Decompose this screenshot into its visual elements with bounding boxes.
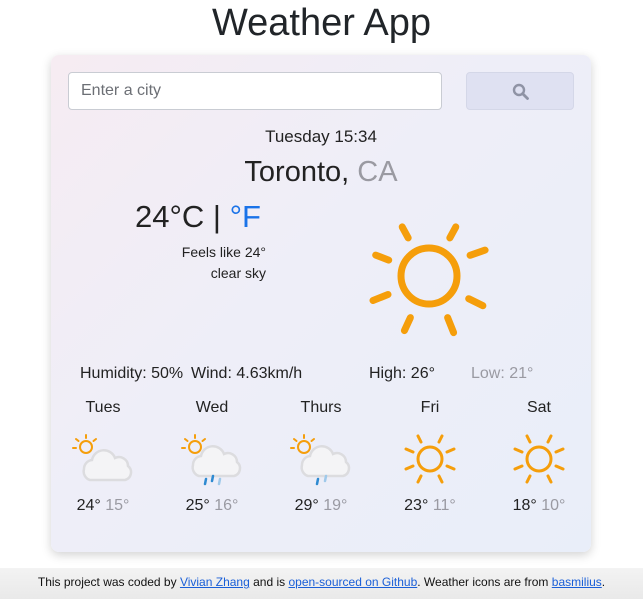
forecast-day: Wed 25° 16° <box>167 399 257 515</box>
app-title: Weather App <box>211 2 431 44</box>
partly-cloudy-rain-icon <box>181 434 242 486</box>
forecast-day: Fri 23° 11° <box>385 399 475 515</box>
forecast-temps: 24° 15° <box>58 497 148 515</box>
city-search-input[interactable] <box>68 72 442 110</box>
forecast-temps: 18° 10° <box>494 497 584 515</box>
current-temperature-row: 24°C | °F <box>135 199 261 235</box>
search-button[interactable] <box>466 72 574 110</box>
current-temperature: 24 <box>135 199 170 234</box>
icons-credit-link[interactable]: basmilius <box>552 575 602 589</box>
github-repo-link[interactable]: open-sourced on Github <box>288 575 417 589</box>
footer-text: This project was coded by <box>37 575 177 589</box>
forecast-high: 18° <box>512 497 537 514</box>
footer-text: . Weather icons are from <box>417 575 549 589</box>
forecast-temps: 29° 19° <box>276 497 366 515</box>
temperature-low: Low: 21° <box>471 365 534 382</box>
forecast-day-name: Sat <box>526 399 551 416</box>
temperature-high: High: 26° <box>369 365 435 382</box>
fahrenheit-link[interactable]: °F <box>230 199 261 234</box>
current-datetime: Tuesday 15:34 <box>265 127 377 146</box>
footer-text: and is <box>253 575 286 589</box>
partly-cloudy-icon <box>72 434 133 482</box>
partly-cloudy-rain-icon <box>290 434 351 486</box>
forecast-high: 25° <box>185 497 210 514</box>
weather-description: clear sky <box>210 265 266 281</box>
forecast-high: 29° <box>294 497 319 514</box>
forecast-day-name: Wed <box>195 399 229 416</box>
forecast-high: 23° <box>404 497 429 514</box>
city-name: Toronto, <box>244 156 350 188</box>
author-link[interactable]: Vivian Zhang <box>180 575 250 589</box>
feels-like: Feels like 24° <box>181 244 266 260</box>
wind-speed: Wind: 4.63km/h <box>191 365 303 382</box>
footer: This project was coded by Vivian Zhang a… <box>0 568 643 599</box>
forecast-low: 16° <box>214 497 239 514</box>
sun-icon <box>513 434 565 484</box>
forecast-day-name: Fri <box>420 399 440 416</box>
sun-icon <box>369 223 489 337</box>
footer-text: . <box>601 575 606 589</box>
search-icon <box>512 83 529 100</box>
location: Toronto, CA <box>51 156 591 189</box>
weather-card: Tuesday 15:34 Toronto, CA 24°C | °F Feel… <box>51 55 591 552</box>
unit-separator: | <box>212 199 221 234</box>
forecast-low: 10° <box>541 497 566 514</box>
forecast-day-name: Thurs <box>300 399 342 416</box>
forecast-day: Sat 18° 10° <box>494 399 584 515</box>
forecast-temps: 23° 11° <box>385 497 475 515</box>
forecast-high: 24° <box>76 497 101 514</box>
forecast-low: 11° <box>432 497 456 514</box>
forecast-day-name: Tues <box>85 399 121 416</box>
sun-icon <box>404 434 456 484</box>
forecast-temps: 25° 16° <box>167 497 257 515</box>
forecast-low: 15° <box>105 497 130 514</box>
forecast-low: 19° <box>323 497 348 514</box>
celsius-unit: °C <box>169 199 205 234</box>
country-code: CA <box>357 156 398 188</box>
forecast-day: Thurs 29° 19° <box>276 399 366 515</box>
forecast-day: Tues 24° 15° <box>58 399 148 515</box>
humidity: Humidity: 50% <box>80 365 184 382</box>
